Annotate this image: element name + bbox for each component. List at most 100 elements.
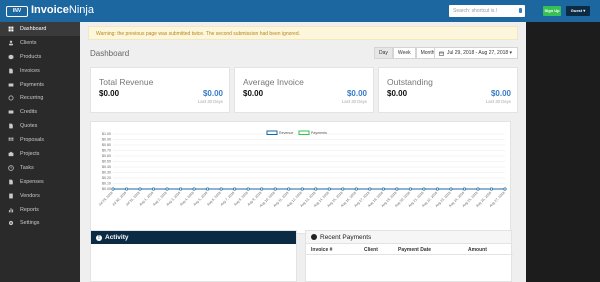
sidebar-item-clients[interactable]: Clients <box>0 36 80 50</box>
card-value-alt: $0.00 <box>490 89 511 98</box>
sidebar-item-expenses[interactable]: Expenses <box>0 175 80 189</box>
sidebar-item-label: Invoices <box>20 67 40 74</box>
activity-header: ! Activity <box>91 231 296 244</box>
y-tick-label: $0.10 <box>102 182 111 186</box>
recent-payments-header: Recent Payments <box>306 231 511 244</box>
activity-panel: ! Activity <box>90 230 297 282</box>
card-value: $0.00 <box>387 89 408 98</box>
column-invoice-number[interactable]: Invoice # <box>311 247 332 253</box>
search-input[interactable]: Search: shortcut is / <box>449 5 525 17</box>
sidebar-item-payments[interactable]: Payments <box>0 78 80 92</box>
th-icon <box>7 137 14 144</box>
y-tick-label: $0.50 <box>102 160 111 164</box>
microphone-icon[interactable] <box>519 8 522 13</box>
activity-title: Activity <box>105 234 129 241</box>
data-point-revenue <box>111 187 115 191</box>
payments-table-header: Invoice # Client Payment Date Amount <box>306 244 513 255</box>
data-point-revenue <box>476 187 480 191</box>
data-point-revenue <box>179 187 183 191</box>
revenue-chart: $1.00 $0.90$0.80 $0.70$0.60 $0.50$0.40 $0.30… <box>98 130 507 208</box>
recent-payments-title: Recent Payments <box>320 233 372 241</box>
data-point-revenue <box>408 187 412 191</box>
calendar-icon <box>439 51 444 56</box>
briefcase-icon <box>7 150 14 157</box>
date-range-picker[interactable]: Jul 29, 2018 - Aug 27, 2018 ▾ <box>434 47 518 59</box>
legend-label-revenue: Revenue <box>279 131 293 135</box>
sidebar-item-proposals[interactable]: Proposals <box>0 133 80 147</box>
sidebar-item-label: Vendors <box>20 192 40 199</box>
y-tick-label: $0.90 <box>102 138 111 142</box>
right-background <box>526 22 600 282</box>
cube-icon <box>7 53 14 60</box>
sidebar-item-label: Clients <box>20 39 37 46</box>
card-value: $0.00 <box>99 89 120 98</box>
outstanding-card: Outstanding $0.00 $0.00 Last 30 Days <box>378 67 518 113</box>
revenue-chart-panel: $1.00 $0.90 $0.80 $0.70 $0.60 $0.50 $0.40 $0.30… <box>90 121 511 234</box>
sidebar-item-vendors[interactable]: Vendors <box>0 189 80 203</box>
guest-menu-button[interactable]: Guest ▾ <box>566 6 590 16</box>
range-day-button[interactable]: Day <box>374 47 393 59</box>
sidebar-item-label: Reports <box>20 206 39 213</box>
file-image-icon <box>7 178 14 185</box>
sidebar-item-invoices[interactable]: Invoices <box>0 64 80 78</box>
data-point-revenue <box>327 187 331 191</box>
data-point-revenue <box>462 187 466 191</box>
card-label: Outstanding <box>387 77 433 87</box>
sidebar-item-label: Credits <box>20 109 38 116</box>
range-button-group: Day Week Month <box>374 47 440 59</box>
table-divider <box>306 254 513 255</box>
data-point-revenue <box>435 187 439 191</box>
data-point-revenue <box>503 187 507 191</box>
credit-card-icon <box>7 109 14 116</box>
y-tick-label: $0.30 <box>102 171 111 175</box>
sidebar-item-tasks[interactable]: Tasks <box>0 161 80 175</box>
sidebar-item-products[interactable]: Products <box>0 50 80 64</box>
brand-mark-icon: INV <box>6 6 28 17</box>
sidebar-item-projects[interactable]: Projects <box>0 147 80 161</box>
average-invoice-card: Average Invoice $0.00 $0.00 Last 30 Days <box>234 67 374 113</box>
credit-card-icon <box>7 81 14 88</box>
sidebar-item-dashboard[interactable]: Dashboard <box>0 22 80 36</box>
data-point-revenue <box>273 187 277 191</box>
card-label: Average Invoice <box>243 77 304 87</box>
sidebar-item-settings[interactable]: Settings <box>0 216 80 230</box>
y-tick-label: $0.80 <box>102 143 111 147</box>
sidebar-item-label: Projects <box>20 150 40 157</box>
sidebar-item-label: Products <box>20 53 42 60</box>
card-label: Total Revenue <box>99 77 154 87</box>
recent-payments-panel: Recent Payments Invoice # Client Payment… <box>305 230 513 282</box>
card-subtitle: Last 30 Days <box>485 99 511 104</box>
legend-label-payments: Payments <box>311 131 327 135</box>
sidebar-item-label: Tasks <box>20 164 34 171</box>
sidebar-item-label: Quotes <box>20 123 38 130</box>
sidebar-item-reports[interactable]: Reports <box>0 203 80 217</box>
data-point-revenue <box>300 187 304 191</box>
card-subtitle: Last 30 Days <box>341 99 367 104</box>
sidebar-item-quotes[interactable]: Quotes <box>0 119 80 133</box>
main-content: Warning: the previous page was submitted… <box>80 22 526 282</box>
card-value-alt: $0.00 <box>202 89 223 98</box>
data-point-revenue <box>341 187 345 191</box>
card-value: $0.00 <box>243 89 264 98</box>
card-subtitle: Last 30 Days <box>197 99 223 104</box>
data-point-revenue <box>165 187 169 191</box>
clock-icon <box>7 164 14 171</box>
data-point-revenue <box>260 187 264 191</box>
column-client[interactable]: Client <box>364 247 378 253</box>
sidebar-item-credits[interactable]: Credits <box>0 105 80 119</box>
data-point-revenue <box>287 187 291 191</box>
brand-logo[interactable]: INV InvoiceNinja <box>6 3 94 18</box>
sidebar-item-recurring[interactable]: Recurring <box>0 91 80 105</box>
sign-up-button[interactable]: Sign Up <box>543 6 561 16</box>
data-point-revenue <box>152 187 156 191</box>
sidebar-item-label: Dashboard <box>20 25 47 32</box>
column-payment-date[interactable]: Payment Date <box>398 247 431 253</box>
y-tick-label: $0.40 <box>102 165 111 169</box>
data-point-revenue <box>368 187 372 191</box>
y-tick-label: $0.20 <box>102 176 111 180</box>
data-point-revenue <box>138 187 142 191</box>
sidebar-item-label: Proposals <box>20 137 44 144</box>
data-point-revenue <box>381 187 385 191</box>
range-week-button[interactable]: Week <box>392 47 416 59</box>
column-amount[interactable]: Amount <box>468 247 487 253</box>
